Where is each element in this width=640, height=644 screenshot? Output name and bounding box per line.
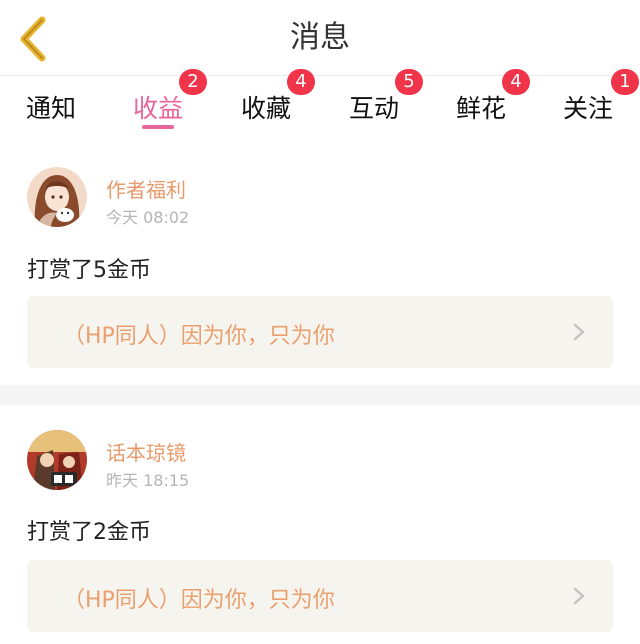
tab-bar: 通知 收益 2 收藏 4 互动 5 鲜花 4 关注 1 (0, 69, 640, 141)
top-bar: 消息 (0, 0, 640, 76)
work-link[interactable]: （HP同人）因为你，只为你 (27, 296, 613, 368)
tab-label: 鲜花 (456, 94, 507, 123)
unread-badge: 4 (287, 69, 315, 95)
timestamp: 今天 08:02 (106, 208, 190, 227)
unread-badge: 5 (395, 69, 423, 95)
chevron-right-icon (573, 587, 585, 605)
page-title: 消息 (290, 20, 350, 55)
avatar[interactable] (27, 430, 87, 490)
user-avatar-icon (27, 167, 87, 227)
unread-badge: 1 (611, 69, 639, 95)
chevron-right-icon (573, 323, 585, 341)
timestamp: 昨天 18:15 (106, 471, 190, 490)
list-item: 话本琼镜 昨天 18:15 打赏了2金币 （HP同人）因为你，只为你 (0, 405, 640, 644)
tab-label: 收藏 (241, 94, 292, 123)
chevron-left-icon (20, 16, 46, 62)
tab-label: 收益 (133, 94, 184, 123)
back-button[interactable] (14, 14, 54, 64)
list-item: 作者福利 今天 08:02 打赏了5金币 （HP同人）因为你，只为你 (0, 150, 640, 385)
user-avatar-icon (27, 430, 87, 490)
work-link[interactable]: （HP同人）因为你，只为你 (27, 560, 613, 632)
unread-badge: 4 (502, 69, 530, 95)
work-title: （HP同人）因为你，只为你 (63, 324, 335, 349)
section-divider (0, 385, 640, 405)
unread-badge: 2 (179, 69, 207, 95)
author-name[interactable]: 话本琼镜 (106, 437, 186, 466)
message-text: 打赏了5金币 (27, 258, 151, 283)
message-text: 打赏了2金币 (27, 520, 151, 545)
avatar[interactable] (27, 167, 87, 227)
work-title: （HP同人）因为你，只为你 (63, 588, 335, 613)
tab-label: 关注 (563, 94, 614, 123)
tab-label: 互动 (349, 94, 400, 123)
author-name[interactable]: 作者福利 (106, 174, 186, 203)
tab-label: 通知 (26, 94, 77, 123)
active-tab-indicator (142, 125, 174, 129)
